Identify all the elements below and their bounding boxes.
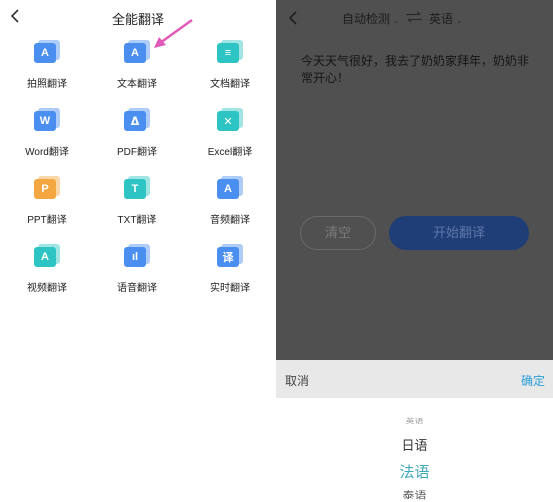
chevron-down-icon: ⌄: [393, 16, 400, 25]
tool-label: 视频翻译: [27, 283, 67, 294]
text-translate-icon: A: [124, 40, 150, 64]
picker-toolbar: 取消 确定: [276, 360, 553, 398]
photo-translate-icon: A: [34, 40, 60, 64]
target-language-select[interactable]: 英语 ⌄: [429, 10, 463, 27]
tool-label: PDF翻译: [117, 147, 157, 158]
tool-label: 语音翻译: [117, 283, 157, 294]
source-text-input[interactable]: 今天天气很好，我去了奶奶家拜年，奶奶非常开心！: [301, 53, 536, 87]
picker-option-selected[interactable]: 法语: [276, 461, 553, 482]
confirm-button[interactable]: 确定: [521, 372, 545, 389]
voice-translate-icon: ıl: [124, 244, 150, 268]
source-language-label: 自动检测: [342, 12, 391, 26]
ppt-translate-icon: P: [34, 176, 60, 200]
clear-button[interactable]: 清空: [300, 216, 376, 250]
tool-label: Excel翻译: [207, 147, 253, 158]
tool-label: 文本翻译: [117, 79, 157, 90]
tool-label: Word翻译: [25, 147, 69, 158]
tool-audio-translate[interactable]: A 音频翻译: [190, 176, 270, 226]
pdf-translate-icon: ᐃ: [124, 108, 150, 132]
document-translate-icon: ≡: [217, 40, 243, 64]
tool-excel-translate[interactable]: ✕ Excel翻译: [190, 108, 270, 158]
tool-voice-translate[interactable]: ıl 语音翻译: [97, 244, 177, 294]
language-picker-sheet: 取消 确定 英语 日语 法语 泰语: [276, 360, 553, 502]
tool-label: 音频翻译: [210, 215, 250, 226]
translate-panel: 自动检测 ⌄ 英语 ⌄ 今天天气很好，我去了奶奶家拜年，奶奶非常开心！ 清空 开始翻…: [276, 0, 553, 502]
tool-pdf-translate[interactable]: ᐃ PDF翻译: [97, 108, 177, 158]
cancel-button[interactable]: 取消: [285, 372, 309, 389]
tool-label: 文档翻译: [210, 79, 250, 90]
word-translate-icon: W: [34, 108, 60, 132]
audio-translate-icon: A: [217, 176, 243, 200]
dimmed-overlay: 自动检测 ⌄ 英语 ⌄ 今天天气很好，我去了奶奶家拜年，奶奶非常开心！ 清空 开始翻…: [276, 0, 553, 360]
picker-option[interactable]: 泰语: [276, 488, 553, 502]
excel-translate-icon: ✕: [217, 108, 243, 132]
pointer-arrow-icon: [154, 18, 193, 48]
start-translate-button[interactable]: 开始翻译: [389, 216, 529, 250]
tool-photo-translate[interactable]: A 拍照翻译: [7, 40, 87, 90]
picker-option[interactable]: 英语: [276, 416, 553, 425]
tool-document-translate[interactable]: ≡ 文档翻译: [190, 40, 270, 90]
page-title: 全能翻译: [111, 12, 164, 27]
tool-realtime-translate[interactable]: 译 实时翻译: [190, 244, 270, 294]
picker-option[interactable]: 日语: [276, 435, 553, 454]
tool-word-translate[interactable]: W Word翻译: [7, 108, 87, 158]
target-language-label: 英语: [429, 12, 454, 26]
tool-ppt-translate[interactable]: P PPT翻译: [7, 176, 87, 226]
video-translate-icon: A: [34, 244, 60, 268]
txt-translate-icon: T: [124, 176, 150, 200]
source-language-select[interactable]: 自动检测 ⌄: [342, 10, 400, 27]
swap-languages-icon[interactable]: [405, 11, 423, 23]
chevron-down-icon: ⌄: [456, 16, 463, 25]
tool-label: 拍照翻译: [27, 79, 67, 90]
back-chevron-icon[interactable]: [288, 10, 300, 26]
tool-label: 实时翻译: [210, 283, 250, 294]
tool-label: TXT翻译: [117, 215, 157, 226]
tool-label: PPT翻译: [27, 215, 67, 226]
realtime-translate-icon: 译: [217, 244, 243, 268]
tool-txt-translate[interactable]: T TXT翻译: [97, 176, 177, 226]
tool-video-translate[interactable]: A 视频翻译: [7, 244, 87, 294]
tools-panel: 全能翻译 A 拍照翻译 A 文本翻译 ≡ 文档翻译 W Word翻译 ᐃ PDF…: [0, 0, 276, 502]
